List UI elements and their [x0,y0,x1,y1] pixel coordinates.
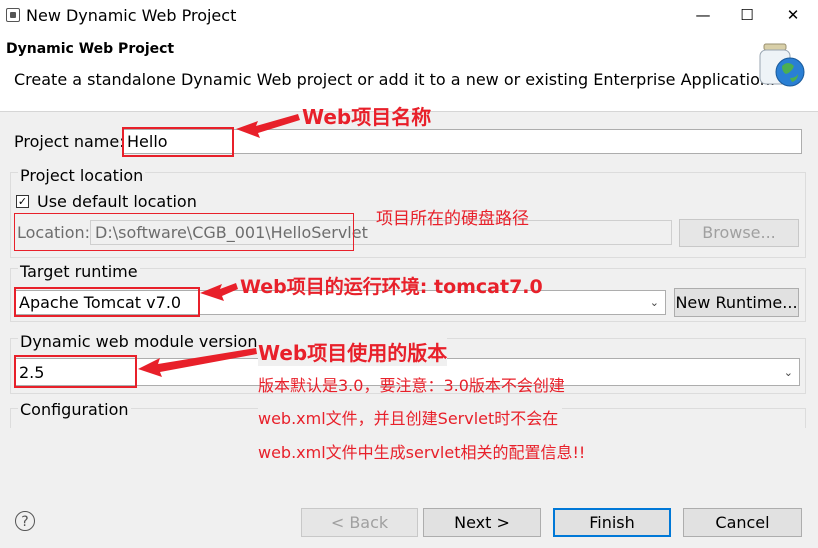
annotation-highlight-runtime [14,287,200,317]
annotation-highlight-location [14,213,354,251]
next-button[interactable]: Next > [423,508,541,537]
use-default-location-checkbox[interactable]: ✓ [16,195,29,208]
maximize-button[interactable]: ☐ [724,0,770,31]
help-icon[interactable]: ? [15,511,35,531]
new-runtime-button[interactable]: New Runtime... [674,288,799,317]
chevron-down-icon: ⌄ [783,366,793,379]
back-button[interactable]: < Back [301,508,418,537]
cancel-button[interactable]: Cancel [683,508,802,537]
minimize-button[interactable]: — [680,0,726,31]
target-runtime-group-label: Target runtime [18,262,140,281]
chevron-down-icon: ⌄ [649,296,659,309]
annotation-highlight-version [14,355,137,388]
globe-jar-icon [759,43,805,87]
app-icon [6,8,20,22]
wizard-description: Create a standalone Dynamic Web project … [14,70,776,89]
annotation-location: 项目所在的硬盘路径 [376,209,529,229]
use-default-location-label: Use default location [37,192,197,211]
close-button[interactable]: ✕ [770,0,816,31]
annotation-name: Web项目名称 [302,105,432,129]
browse-button[interactable]: Browse... [679,219,799,247]
annotation-version-line1: 版本默认是3.0，要注意：3.0版本不会创建 [258,376,565,395]
project-location-group-label: Project location [18,166,146,185]
annotation-version-title: Web项目使用的版本 [258,337,448,366]
module-version-group-label: Dynamic web module version [18,332,260,351]
wizard-title: Dynamic Web Project [6,41,175,57]
window-title: New Dynamic Web Project [26,6,237,25]
annotation-version-line2: web.xml文件，并且创建Servlet时不会在 [258,405,563,429]
finish-button[interactable]: Finish [553,508,671,537]
annotation-runtime: Web项目的运行环境: tomcat7.0 [240,276,543,298]
annotation-version-line3: web.xml文件中生成servlet相关的配置信息!! [258,443,586,462]
annotation-highlight-name [122,127,234,157]
project-name-label: Project name: [14,132,125,151]
configuration-group-label: Configuration [18,400,131,419]
